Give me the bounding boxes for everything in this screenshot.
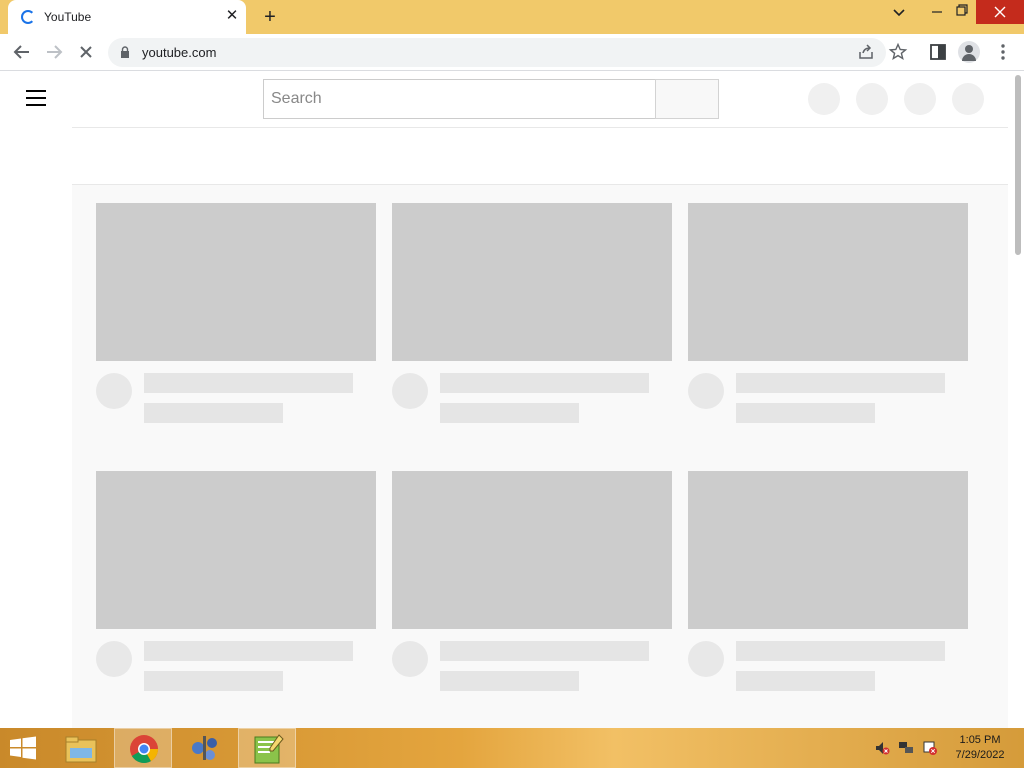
meta-line-placeholder bbox=[440, 403, 579, 423]
chips-bar-placeholder bbox=[72, 127, 1008, 185]
loading-spinner-icon bbox=[21, 10, 35, 24]
tab-strip: YouTube ✕ + bbox=[0, 0, 1024, 34]
folder-icon bbox=[65, 736, 97, 763]
arrow-left-icon bbox=[13, 45, 29, 59]
restore-icon bbox=[956, 4, 968, 16]
volume-muted-icon[interactable] bbox=[874, 740, 890, 756]
search-input-container[interactable] bbox=[263, 79, 656, 119]
thumbnail-placeholder bbox=[96, 471, 376, 629]
youtube-page bbox=[0, 72, 1024, 728]
meta-line-placeholder bbox=[440, 671, 579, 691]
channel-avatar-placeholder bbox=[96, 641, 132, 677]
header-placeholder-circle bbox=[952, 83, 984, 115]
channel-avatar-placeholder bbox=[392, 373, 428, 409]
title-line-placeholder bbox=[440, 373, 649, 393]
taskbar-file-explorer[interactable] bbox=[52, 728, 110, 768]
thumbnail-placeholder bbox=[96, 203, 376, 361]
thumbnail-placeholder bbox=[392, 471, 672, 629]
close-icon bbox=[994, 6, 1006, 18]
thumbnail-placeholder bbox=[392, 203, 672, 361]
windows-logo-icon bbox=[10, 736, 36, 760]
tab-close-button[interactable]: ✕ bbox=[223, 7, 241, 25]
clock-date: 7/29/2022 bbox=[955, 749, 1005, 761]
minimize-icon bbox=[932, 11, 942, 13]
lock-icon bbox=[121, 46, 129, 58]
start-button[interactable] bbox=[8, 736, 38, 760]
meta-line-placeholder bbox=[144, 403, 283, 423]
tab-youtube[interactable]: YouTube ✕ bbox=[8, 0, 246, 34]
channel-avatar-placeholder bbox=[96, 373, 132, 409]
channel-avatar-placeholder bbox=[688, 373, 724, 409]
tab-title: YouTube bbox=[44, 10, 92, 24]
profile-avatar-button[interactable] bbox=[958, 41, 980, 63]
guide-menu-button[interactable] bbox=[26, 90, 46, 106]
thumbnail-placeholder bbox=[688, 471, 968, 629]
thumbnail-placeholder bbox=[688, 203, 968, 361]
meta-line-placeholder bbox=[144, 671, 283, 691]
header-placeholder-circle bbox=[808, 83, 840, 115]
restore-button[interactable] bbox=[950, 0, 972, 24]
title-line-placeholder bbox=[144, 641, 353, 661]
title-line-placeholder bbox=[736, 641, 945, 661]
chevron-down-icon bbox=[893, 9, 905, 17]
title-line-placeholder bbox=[440, 641, 649, 661]
side-panel-icon bbox=[930, 44, 946, 60]
url-text[interactable]: youtube.com bbox=[142, 45, 216, 60]
system-clock[interactable]: 1:05 PM 7/29/2022 bbox=[950, 733, 1010, 763]
browser-toolbar: youtube.com bbox=[0, 34, 1024, 71]
tab-search-dropdown-button[interactable] bbox=[888, 0, 910, 24]
title-line-placeholder bbox=[144, 373, 353, 393]
close-icon bbox=[80, 46, 92, 58]
star-icon bbox=[888, 42, 908, 60]
taskbar-notepad-plus[interactable] bbox=[238, 728, 296, 768]
taskbar-chrome[interactable] bbox=[114, 728, 172, 768]
search-button[interactable] bbox=[655, 79, 719, 119]
address-bar[interactable]: youtube.com bbox=[108, 38, 908, 67]
windows-taskbar: 1:05 PM 7/29/2022 bbox=[0, 728, 1024, 768]
title-line-placeholder bbox=[736, 373, 945, 393]
chrome-icon bbox=[130, 735, 158, 763]
meta-line-placeholder bbox=[736, 671, 875, 691]
browser-menu-button[interactable] bbox=[991, 40, 1015, 64]
channel-avatar-placeholder bbox=[688, 641, 724, 677]
meta-line-placeholder bbox=[736, 403, 875, 423]
share-icon bbox=[859, 44, 873, 59]
clock-time: 1:05 PM bbox=[959, 734, 1001, 746]
bookmark-button[interactable] bbox=[888, 42, 908, 62]
scrollbar-thumb[interactable] bbox=[1015, 75, 1021, 255]
channel-avatar-placeholder bbox=[392, 641, 428, 677]
action-center-alert-icon[interactable] bbox=[922, 740, 938, 756]
header-placeholder-circle bbox=[856, 83, 888, 115]
network-icon[interactable] bbox=[898, 740, 914, 756]
forward-button[interactable] bbox=[42, 40, 66, 64]
notepad-plus-icon bbox=[254, 734, 284, 764]
taskbar-network-app[interactable] bbox=[176, 728, 234, 768]
more-vert-icon bbox=[1001, 44, 1005, 60]
share-button[interactable] bbox=[856, 42, 876, 62]
side-panel-button[interactable] bbox=[926, 40, 950, 64]
back-button[interactable] bbox=[10, 40, 34, 64]
network-app-icon bbox=[192, 736, 217, 760]
page-scrollbar[interactable] bbox=[1012, 72, 1024, 728]
new-tab-button[interactable]: + bbox=[259, 6, 281, 28]
search-input[interactable] bbox=[264, 80, 655, 118]
stop-loading-button[interactable] bbox=[74, 40, 98, 64]
arrow-right-icon bbox=[47, 45, 63, 59]
minimize-button[interactable] bbox=[926, 0, 948, 24]
header-placeholder-circle bbox=[904, 83, 936, 115]
window-close-button[interactable] bbox=[976, 0, 1024, 24]
